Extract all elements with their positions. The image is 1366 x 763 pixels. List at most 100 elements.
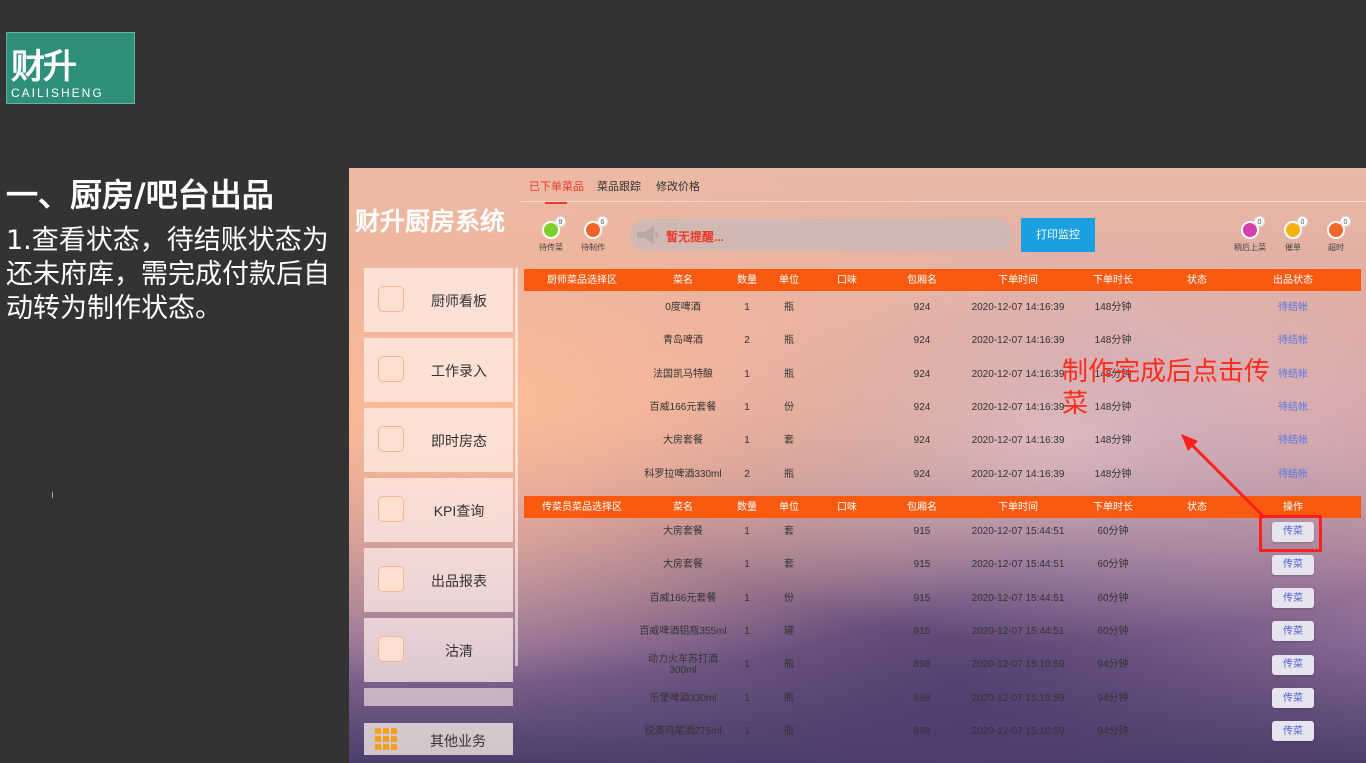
cell-dish-name: 法国凯马特酿 [653,368,713,380]
stat-badge: 0 [1340,216,1351,227]
logo-wordmark: CAILISHENG [11,86,104,100]
megaphone-icon [637,226,658,244]
cell-dish-name: 大房套餐 [663,526,703,537]
cell-order-time: 2020-12-07 15:10:59 [971,725,1065,737]
sidebar-scrollbar[interactable] [515,268,518,666]
cell-quantity: 1 [744,368,750,380]
pass-dish-button[interactable]: 传菜 [1272,688,1314,708]
table-row[interactable]: 大房套餐 1 套 924 2020-12-07 14:16:39 148分钟 待结帐 [524,424,1361,457]
stat-overtime[interactable]: 0 超时 [1318,216,1354,253]
cell-flavor [817,615,877,648]
stat-to-serve[interactable]: 9 待传菜 [533,216,569,253]
sidebar-item-sold-out[interactable]: 沽清 [364,618,513,682]
cell-unit: 瓶 [784,692,794,704]
cell-dish-name: 大房套餐 [663,559,703,571]
cell-selection [524,648,640,681]
cell-flavor [817,515,877,548]
cell-unit: 罐 [784,625,794,637]
cell-selection [524,458,640,491]
cell-dish-name: 锐澳鸡尾酒275ml [644,725,722,737]
sidebar-item-kpi-query[interactable]: KPI查询 [364,478,513,542]
cell-flavor [817,424,877,457]
cell-quantity: 1 [744,435,750,447]
sidebar-item-chef-board[interactable]: 厨师看板 [364,268,513,332]
sidebar-item-label: 出品报表 [431,573,487,589]
annotation-highlight-box [1259,515,1322,552]
other-business-button[interactable]: 其他业务 [364,723,513,755]
stat-to-make[interactable]: 6 待制作 [575,216,611,253]
cell-order-time: 2020-12-07 15:10:59 [971,692,1065,704]
stat-badge: 9 [555,216,566,227]
cell-duration: 148分钟 [1094,302,1132,313]
cell-selection [524,391,640,424]
cell-output: 待结帐 [1278,335,1308,347]
cell-quantity: 1 [744,401,750,413]
cell-room: 924 [913,335,931,347]
grid-clock-icon [378,426,404,452]
annotation-text: 制作完成后点击传菜 [1062,357,1271,419]
table-row[interactable]: 乐堡啤酒330ml 1 瓶 898 2020-12-07 15:10:59 94分钟 传菜 [524,682,1361,715]
table-row[interactable]: 科罗拉啤酒330ml 2 瓶 924 2020-12-07 14:16:39 148分钟 待… [524,458,1361,491]
pass-dish-button[interactable]: 传菜 [1272,621,1314,642]
cell-room: 915 [913,592,931,604]
cell-unit: 套 [784,526,794,537]
pass-dish-button[interactable]: 传菜 [1272,588,1314,609]
cell-order-time: 2020-12-07 14:16:39 [971,302,1065,313]
tab-modify-price[interactable]: 修改价格 [656,178,700,194]
table-row[interactable]: 动力火车苏打酒300ml 1 瓶 898 2020-12-07 15:10:59 94分钟… [524,648,1361,681]
stat-label: 待传菜 [539,243,563,252]
tab-ordered-dishes[interactable]: 已下单菜品 [529,178,584,194]
cell-status [1167,458,1227,491]
column-header-quantity: 数量 [737,274,757,286]
pass-dish-button[interactable]: 传菜 [1272,554,1314,575]
table-row[interactable]: 百威啤酒铝瓶355ml 1 罐 915 2020-12-07 15:44:51 60分钟 传… [524,615,1361,648]
action-cell: 传菜 [1238,615,1348,648]
sidebar-item-output-report[interactable]: 出品报表 [364,548,513,612]
cell-selection [524,582,640,615]
table-row[interactable]: 0度啤酒 1 瓶 924 2020-12-07 14:16:39 148分钟 待结帐 [524,291,1361,324]
cell-flavor [817,548,877,581]
cell-order-time: 2020-12-07 14:16:39 [971,468,1065,480]
sidebar-item-label: KPI查询 [433,503,485,519]
column-header-unit: 单位 [779,274,799,286]
pass-dish-button[interactable]: 传菜 [1272,654,1314,675]
table-row[interactable]: 青岛啤酒 2 瓶 924 2020-12-07 14:16:39 148分钟 待结帐 [524,324,1361,357]
cell-dish-name: 百威啤酒铝瓶355ml [639,625,727,637]
cell-duration: 148分钟 [1094,335,1132,347]
cell-status [1167,582,1227,615]
cell-status [1167,424,1227,457]
cell-quantity: 1 [744,592,750,604]
cell-flavor [817,715,877,748]
stat-serve-later[interactable]: 0 稍后上菜 [1232,216,1268,253]
cell-order-time: 2020-12-07 15:44:51 [971,625,1065,637]
cell-room: 898 [913,725,931,737]
cell-selection [524,358,640,391]
cell-duration: 60分钟 [1097,526,1129,537]
stat-label: 待制作 [581,243,605,252]
print-monitor-button[interactable]: 打印监控 [1021,218,1095,252]
stat-label: 催单 [1285,243,1301,252]
table-row[interactable]: 大房套餐 1 套 915 2020-12-07 15:44:51 60分钟 传菜 [524,548,1361,581]
stat-label: 超时 [1328,243,1344,252]
cell-flavor [817,682,877,715]
cell-room: 915 [913,526,931,537]
sidebar-item-label: 工作录入 [431,363,487,379]
pass-dish-button[interactable]: 传菜 [1272,721,1314,742]
cell-dish-name: 科罗拉啤酒330ml [644,468,722,480]
sidebar-item-work-entry[interactable]: 工作录入 [364,338,513,402]
bell-icon: 0 [1241,216,1265,239]
stat-rush-order[interactable]: 0 催单 [1275,216,1311,253]
table-row[interactable]: 锐澳鸡尾酒275ml 1 瓶 898 2020-12-07 15:10:59 94分钟 传菜 [524,715,1361,748]
table-row[interactable]: 大房套餐 1 套 915 2020-12-07 15:44:51 60分钟 传菜 [524,515,1361,548]
cell-room: 915 [913,559,931,571]
cell-order-time: 2020-12-07 14:16:39 [971,335,1065,347]
column-header-selection: 厨师菜品选择区 [547,274,617,286]
app-title: 财升厨房系统 [355,207,506,236]
table-row[interactable]: 百威166元套餐 1 份 915 2020-12-07 15:44:51 60分钟 传菜 [524,582,1361,615]
cell-unit: 份 [784,401,794,413]
cell-selection [524,615,640,648]
tab-dish-tracking[interactable]: 菜品跟踪 [597,178,641,194]
sidebar-item-room-status[interactable]: 即时房态 [364,408,513,472]
cell-status [1167,324,1227,357]
cell-flavor [817,648,877,681]
